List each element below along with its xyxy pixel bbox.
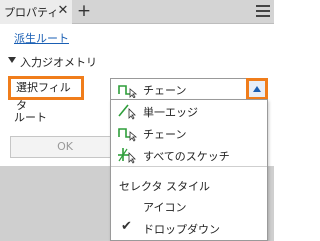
input-geometry-section[interactable]: 入力ジオメトリ (0, 53, 274, 71)
dropdown-item-label: 単一エッジ (143, 106, 198, 119)
derived-route-link-row: 派生ルート (14, 30, 69, 46)
chain-icon (117, 124, 139, 145)
selector-style-heading: セレクタ スタイル (119, 180, 211, 193)
style-option-label: アイコン (143, 201, 187, 214)
dropdown-toggle-button[interactable] (246, 78, 268, 100)
style-option-label: ドロップダウン (143, 223, 220, 236)
filter-dropdown-list: 単一エッジ チェーン すべてのスケッチ セレクタ スタイル アイコン ✔ ドロッ… (110, 99, 268, 241)
dropdown-item-label: チェーン (143, 128, 187, 141)
tab-label: プロパティ (4, 6, 59, 19)
dropdown-item-single-edge[interactable]: 単一エッジ (111, 100, 267, 122)
checkmark-icon: ✔ (121, 219, 132, 234)
add-tab-icon[interactable]: + (76, 2, 92, 20)
section-title: 入力ジオメトリ (20, 56, 97, 69)
collapse-arrow-icon[interactable] (8, 57, 16, 63)
selected-filter-value: チェーン (143, 84, 187, 97)
dropdown-item-all-sketches[interactable]: すべてのスケッチ (111, 144, 267, 166)
dropdown-divider (111, 166, 267, 167)
single-edge-icon (117, 102, 139, 123)
all-sketches-icon (117, 146, 139, 167)
style-option-icon[interactable]: アイコン (111, 196, 267, 216)
style-option-dropdown[interactable]: ✔ ドロップダウン (111, 218, 267, 238)
close-icon[interactable]: ✕ (56, 4, 70, 18)
tab-bar: プロパティ ✕ + (0, 0, 274, 24)
select-filter-dropdown[interactable]: チェーン (110, 78, 268, 100)
dropdown-item-label: すべてのスケッチ (143, 150, 230, 163)
ok-button[interactable]: OK (10, 136, 120, 158)
dropdown-item-chain[interactable]: チェーン (111, 122, 267, 144)
derived-route-link[interactable]: 派生ルート (14, 32, 69, 45)
route-label: ルート (14, 111, 47, 124)
select-filter-label: 選択フィルタ (8, 76, 84, 112)
chevron-up-icon (253, 86, 261, 92)
hamburger-menu-icon[interactable] (256, 5, 270, 19)
